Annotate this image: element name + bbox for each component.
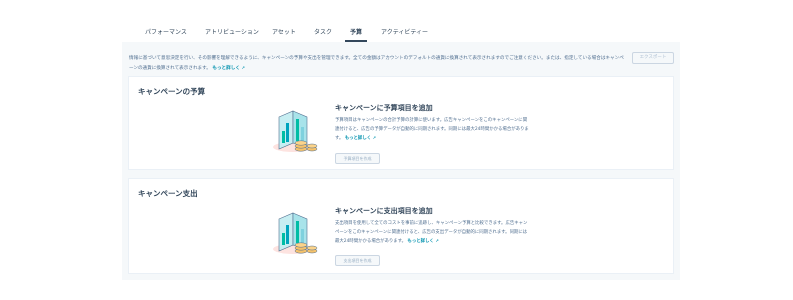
external-link-icon: ↗ — [435, 238, 439, 244]
info-learn-more-link[interactable]: もっと詳しく ↗ — [212, 65, 245, 71]
spend-cta-body: 支出項目を使用して全てのコストを事前に追跡し、キャンペーン予算と比較できます。広… — [335, 220, 531, 247]
external-link-icon: ↗ — [241, 65, 245, 70]
tab-assets[interactable]: アセット — [272, 27, 296, 36]
tab-attribution[interactable]: アトリビューション — [205, 27, 259, 36]
campaign-budget-card: キャンペーンの予算 キャンペーンに予算項目を追加 予算項目はキャンペーンの合計予… — [128, 76, 674, 170]
budget-learn-more-link[interactable]: もっと詳しく ↗ — [345, 135, 376, 141]
budget-info-text: 情報に基づいて意思決定を行い、その影響を理解できるように、キャンペーンの予算や支… — [129, 54, 627, 73]
create-spend-item-button[interactable]: 支出項目を作成 — [335, 255, 380, 266]
budget-card-title: キャンペーンの予算 — [138, 87, 206, 96]
bar-chart-coins-illustration — [273, 110, 318, 152]
campaign-content-frame: パフォーマンス アトリビューション アセット タスク 予算 アクティビティー 情… — [122, 20, 680, 280]
bar-chart-coins-illustration — [273, 212, 318, 254]
external-link-icon: ↗ — [372, 135, 376, 141]
campaign-tab-bar: パフォーマンス アトリビューション アセット タスク 予算 アクティビティー — [122, 20, 680, 42]
info-description: 情報に基づいて意思決定を行い、その影響を理解できるように、キャンペーンの予算や支… — [129, 56, 624, 71]
spend-learn-more-link[interactable]: もっと詳しく ↗ — [407, 238, 439, 244]
tab-tasks[interactable]: タスク — [314, 27, 332, 36]
active-tab-indicator — [345, 40, 367, 42]
export-button[interactable]: エクスポート — [632, 52, 674, 64]
tab-performance[interactable]: パフォーマンス — [145, 27, 187, 36]
budget-cta-body: 予算項目はキャンペーンの合計予算の計算に使います。広告キャンペーンをこのキャンペ… — [335, 117, 531, 144]
tab-activity[interactable]: アクティビティー — [381, 27, 428, 36]
spend-cta-title: キャンペーンに支出項目を追加 — [335, 207, 433, 215]
spend-card-title: キャンペーン支出 — [138, 189, 198, 198]
tab-budget[interactable]: 予算 — [350, 27, 362, 36]
create-budget-item-button[interactable]: 予算項目を作成 — [335, 153, 380, 164]
campaign-spend-card: キャンペーン支出 キャンペーンに支出項目を追加 支出項目を使用して全てのコストを… — [128, 178, 674, 274]
budget-cta-title: キャンペーンに予算項目を追加 — [335, 104, 433, 112]
